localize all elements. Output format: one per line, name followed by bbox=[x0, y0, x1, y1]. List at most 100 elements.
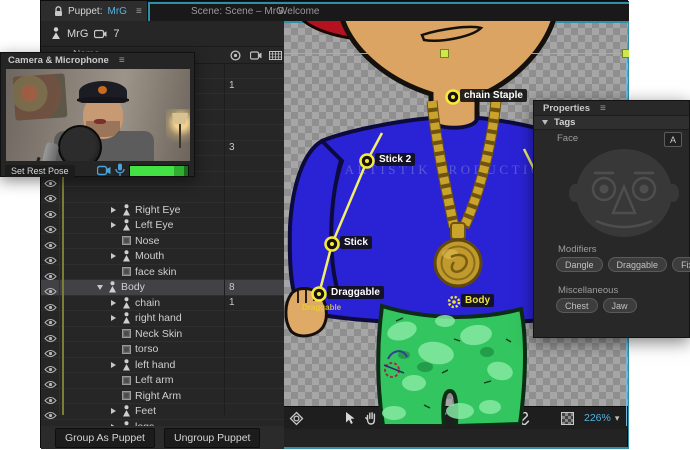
puppet-icon bbox=[120, 358, 132, 371]
misc-jaw[interactable]: Jaw bbox=[602, 298, 637, 313]
keyboard-grid-icon[interactable] bbox=[269, 51, 282, 60]
layer-name: Left Eye bbox=[135, 219, 174, 232]
layer-row[interactable]: Body 8 bbox=[41, 280, 284, 296]
layer-row[interactable]: face skin bbox=[41, 265, 284, 280]
face-preview-graphic bbox=[569, 149, 679, 237]
layer-row[interactable]: Mouth bbox=[41, 249, 284, 265]
set-rest-pose-button[interactable]: Set Rest Pose bbox=[5, 165, 75, 177]
layer-row[interactable]: Left Eye bbox=[41, 218, 284, 234]
layer-row[interactable]: Right Arm bbox=[41, 389, 284, 404]
circle-dot-icon[interactable] bbox=[230, 50, 241, 61]
visibility-eye-icon[interactable] bbox=[44, 190, 58, 202]
expand-arrow[interactable] bbox=[107, 299, 120, 306]
lock-icon bbox=[55, 5, 62, 16]
layer-row[interactable]: left hand bbox=[41, 358, 284, 373]
visibility-eye-icon[interactable] bbox=[44, 345, 58, 357]
focus-border-bottom bbox=[284, 447, 629, 449]
tab-puppet[interactable]: Puppet: MrG ≡ bbox=[41, 1, 148, 21]
expand-arrow[interactable] bbox=[107, 206, 120, 213]
visibility-eye-icon[interactable] bbox=[44, 206, 58, 218]
layer-name: right hand bbox=[135, 312, 182, 325]
expand-arrow[interactable] bbox=[107, 408, 120, 415]
stick-label[interactable]: Stick bbox=[340, 236, 372, 249]
layer-name: Left arm bbox=[135, 374, 174, 387]
expand-arrow[interactable] bbox=[107, 361, 120, 368]
puppet-panel-footer: Group As Puppet Ungroup Puppet bbox=[41, 426, 284, 449]
layer-count: 8 bbox=[229, 281, 235, 293]
visibility-eye-icon[interactable] bbox=[44, 237, 58, 249]
layer-row[interactable]: Feet bbox=[41, 404, 284, 420]
layer-name: face skin bbox=[135, 265, 177, 278]
visibility-eye-icon[interactable] bbox=[44, 252, 58, 264]
group-as-puppet-button[interactable]: Group As Puppet bbox=[55, 427, 155, 448]
visibility-eye-icon[interactable] bbox=[44, 407, 58, 419]
expand-arrow[interactable] bbox=[107, 222, 120, 229]
puppet-icon bbox=[120, 219, 132, 231]
properties-panel: Properties ≡ Tags Face A Modifiers Dangl… bbox=[533, 100, 690, 338]
layer-name: Nose bbox=[135, 234, 160, 247]
layer-row[interactable]: torso bbox=[41, 342, 284, 358]
properties-menu-icon[interactable]: ≡ bbox=[600, 103, 606, 114]
microphone-input-icon[interactable] bbox=[115, 163, 125, 177]
expand-arrow[interactable] bbox=[93, 284, 106, 290]
chain-staple-label[interactable]: chain Staple bbox=[460, 89, 527, 102]
expand-arrow[interactable] bbox=[107, 315, 120, 322]
visibility-eye-icon[interactable] bbox=[44, 299, 58, 311]
layer-name: Right Arm bbox=[135, 389, 182, 402]
modifier-draggable[interactable]: Draggable bbox=[607, 257, 668, 272]
modifier-fixed[interactable]: Fixed bbox=[672, 257, 690, 272]
layer-row[interactable]: chain 1 bbox=[41, 296, 284, 311]
ungroup-puppet-button[interactable]: Ungroup Puppet bbox=[163, 427, 261, 448]
man-mouth bbox=[94, 119, 106, 124]
selection-top-edge[interactable] bbox=[284, 53, 628, 54]
image-icon bbox=[120, 329, 132, 339]
draggable-label[interactable]: Draggable bbox=[327, 286, 384, 299]
puppet-panel-header: MrG 7 bbox=[41, 21, 284, 47]
puppet-icon bbox=[120, 312, 132, 324]
puppet-icon bbox=[120, 405, 132, 417]
layer-count: 1 bbox=[229, 80, 235, 91]
layer-row[interactable] bbox=[41, 187, 284, 203]
visibility-eye-icon[interactable] bbox=[44, 392, 58, 404]
layer-name: Mouth bbox=[135, 250, 165, 263]
tab-welcome[interactable]: Welcome bbox=[278, 1, 320, 21]
camera-count: 7 bbox=[113, 27, 120, 40]
modifiers-header: Modifiers bbox=[558, 244, 597, 255]
misc-chest[interactable]: Chest bbox=[556, 298, 598, 313]
tab-puppet-name: MrG bbox=[107, 5, 127, 17]
layer-name: left hand bbox=[135, 358, 176, 371]
webcam-video bbox=[6, 69, 190, 161]
body-label[interactable]: Body bbox=[461, 294, 494, 307]
image-icon bbox=[120, 391, 132, 401]
layer-row[interactable]: Right Eye bbox=[41, 203, 284, 218]
panel-menu-icon[interactable]: ≡ bbox=[136, 6, 142, 17]
visibility-eye-icon[interactable] bbox=[44, 268, 58, 280]
visibility-eye-icon[interactable] bbox=[44, 361, 58, 373]
visibility-eye-icon[interactable] bbox=[44, 221, 58, 233]
stick2-label[interactable]: Stick 2 bbox=[375, 153, 416, 166]
tags-section-header[interactable]: Tags bbox=[534, 116, 689, 130]
tab-scene[interactable]: Scene: Scene – MrG bbox=[191, 1, 284, 21]
miscellaneous-header: Miscellaneous bbox=[558, 285, 619, 296]
expand-arrow[interactable] bbox=[107, 253, 120, 260]
cap-logo bbox=[98, 86, 107, 94]
layer-row[interactable]: Neck Skin bbox=[41, 327, 284, 342]
layer-row[interactable]: Left arm bbox=[41, 373, 284, 389]
camera-panel-menu-icon[interactable]: ≡ bbox=[119, 55, 125, 66]
camera-icon[interactable] bbox=[250, 51, 262, 60]
visibility-eye-icon[interactable] bbox=[44, 330, 58, 342]
face-label: Face bbox=[557, 133, 579, 144]
visibility-eye-icon[interactable] bbox=[44, 376, 58, 388]
puppet-icon bbox=[120, 250, 132, 262]
tab-puppet-label: Puppet: bbox=[68, 5, 103, 17]
visibility-eye-icon[interactable] bbox=[44, 283, 58, 295]
selection-handle-corner[interactable] bbox=[622, 49, 629, 58]
face-tag-button[interactable]: A bbox=[664, 132, 682, 147]
camera-input-icon[interactable] bbox=[97, 165, 111, 176]
selection-handle-top[interactable] bbox=[440, 49, 449, 58]
layer-row[interactable]: right hand bbox=[41, 311, 284, 327]
layer-row[interactable]: Nose bbox=[41, 234, 284, 249]
audio-level-meter bbox=[129, 165, 189, 177]
visibility-eye-icon[interactable] bbox=[44, 314, 58, 326]
modifier-dangle[interactable]: Dangle bbox=[556, 257, 603, 272]
